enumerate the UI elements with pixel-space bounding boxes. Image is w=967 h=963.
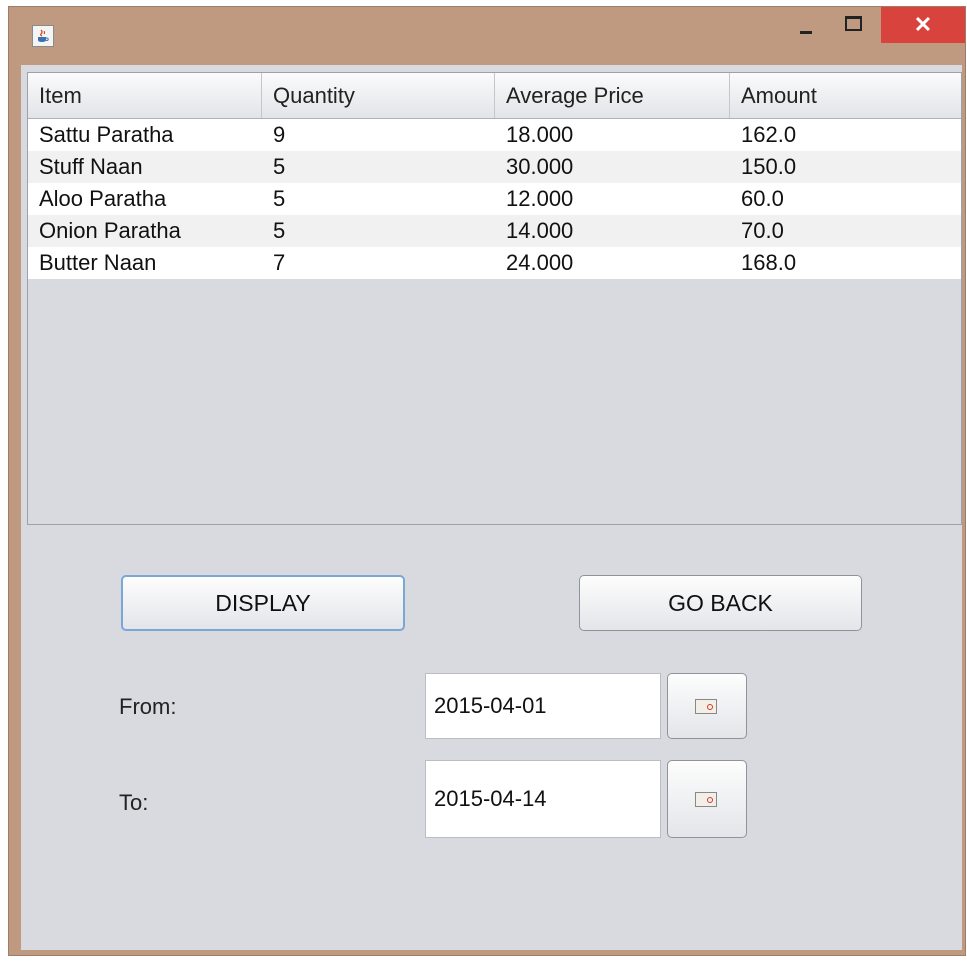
cell-quantity: 5: [273, 218, 286, 243]
table-row[interactable]: Stuff Naan 5 30.000 150.0: [28, 151, 961, 183]
cell-item: Stuff Naan: [39, 154, 143, 179]
table-row[interactable]: Sattu Paratha 9 18.000 162.0: [28, 119, 961, 151]
cell-amount: 60.0: [741, 186, 784, 211]
cell-amount: 70.0: [741, 218, 784, 243]
cell-average-price: 24.000: [506, 250, 574, 275]
cell-quantity: 5: [273, 154, 286, 179]
to-calendar-button[interactable]: [667, 760, 747, 838]
cell-average-price: 18.000: [506, 122, 574, 147]
cell-quantity: 5: [273, 186, 286, 211]
display-button[interactable]: DISPLAY: [121, 575, 405, 631]
table-row[interactable]: Butter Naan 7 24.000 168.0: [28, 247, 961, 279]
cell-item: Butter Naan: [39, 250, 157, 275]
close-icon: ✕: [913, 12, 933, 37]
sales-table[interactable]: Item Quantity Average Price Amount Sattu…: [27, 72, 962, 525]
app-window: ✕ Item Quantity Average Price Amount Sat…: [8, 6, 966, 956]
to-date-field[interactable]: 2015-04-14: [425, 760, 661, 838]
calendar-icon: [695, 792, 717, 807]
to-label: To:: [119, 790, 149, 815]
close-button[interactable]: ✕: [881, 7, 965, 43]
cell-amount: 150.0: [741, 154, 797, 179]
java-cup-icon[interactable]: [32, 25, 54, 47]
minimize-button[interactable]: [787, 7, 825, 43]
from-date-field[interactable]: 2015-04-01: [425, 673, 661, 739]
from-label: From:: [119, 694, 177, 719]
cell-item: Aloo Paratha: [39, 186, 167, 211]
column-header-quantity[interactable]: Quantity: [262, 73, 495, 118]
cell-amount: 168.0: [741, 250, 797, 275]
cell-item: Onion Paratha: [39, 218, 181, 243]
cell-average-price: 14.000: [506, 218, 574, 243]
cell-average-price: 12.000: [506, 186, 574, 211]
minimize-icon: [800, 30, 812, 34]
cell-quantity: 7: [273, 250, 286, 275]
from-calendar-button[interactable]: [667, 673, 747, 739]
maximize-icon: [844, 15, 862, 31]
table-row[interactable]: Aloo Paratha 5 12.000 60.0: [28, 183, 961, 215]
column-header-amount[interactable]: Amount: [730, 73, 963, 118]
cell-amount: 162.0: [741, 122, 797, 147]
calendar-icon: [695, 699, 717, 714]
cell-item: Sattu Paratha: [39, 122, 174, 147]
content-panel: Item Quantity Average Price Amount Sattu…: [21, 65, 962, 950]
table-row[interactable]: Onion Paratha 5 14.000 70.0: [28, 215, 961, 247]
title-bar[interactable]: ✕: [9, 7, 965, 65]
table-header: Item Quantity Average Price Amount: [28, 73, 961, 119]
cell-average-price: 30.000: [506, 154, 574, 179]
go-back-button[interactable]: GO BACK: [579, 575, 862, 631]
maximize-button[interactable]: [834, 7, 872, 43]
column-header-average-price[interactable]: Average Price: [495, 73, 730, 118]
column-header-item[interactable]: Item: [28, 73, 262, 118]
cell-quantity: 9: [273, 122, 286, 147]
